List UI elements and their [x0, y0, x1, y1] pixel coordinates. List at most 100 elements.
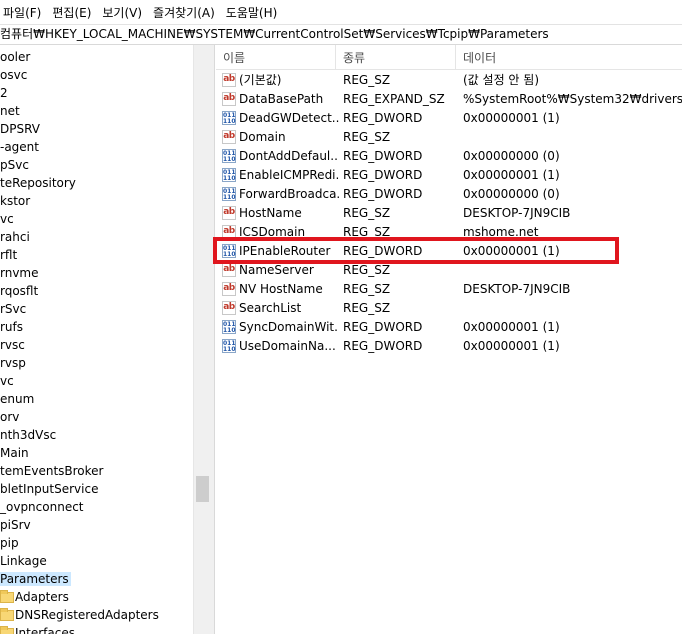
tree-item-label: teRepository — [0, 176, 76, 190]
cell-name: ForwardBroadca... — [239, 187, 339, 201]
table-row[interactable]: ab DataBasePath REG_EXPAND_SZ %SystemRoot%₩… — [216, 90, 682, 109]
table-row[interactable]: ab Domain REG_SZ — [216, 128, 682, 147]
tree-scrollbar[interactable] — [193, 45, 210, 634]
cell-name: SyncDomainWit... — [239, 320, 339, 334]
tree-item-label: rqosflt — [0, 284, 39, 298]
cell-type: REG_DWORD — [343, 320, 423, 334]
tree-item[interactable]: DPSRV — [0, 120, 40, 138]
address-bar[interactable]: 컴퓨터₩HKEY_LOCAL_MACHINE₩SYSTEM₩CurrentCon… — [0, 24, 682, 45]
column-header-name[interactable]: 이름 — [216, 45, 336, 70]
tree-item-label: rufs — [0, 320, 24, 334]
tree-item[interactable]: orv — [0, 408, 19, 426]
pane-splitter[interactable] — [210, 45, 215, 634]
tree-item[interactable]: vc — [0, 372, 14, 390]
tree-item-parameters[interactable]: Parameters — [0, 570, 71, 588]
cell-name: DataBasePath — [239, 92, 324, 106]
cell-type: REG_DWORD — [343, 339, 423, 353]
table-row[interactable]: 011 110 ForwardBroadca... REG_DWORD 0x000000… — [216, 185, 682, 204]
column-header-data[interactable]: 데이터 — [456, 45, 682, 70]
menu-view[interactable]: 보기(V) — [99, 0, 150, 24]
cell-type: REG_DWORD — [343, 187, 423, 201]
tree-item-label: nth3dVsc — [0, 428, 57, 442]
tree-item[interactable]: rqosflt — [0, 282, 38, 300]
tree-item[interactable]: 2 — [0, 84, 8, 102]
tree-item-label: pSvc — [0, 158, 29, 172]
cell-type: REG_EXPAND_SZ — [343, 92, 445, 106]
tree-item[interactable]: osvc — [0, 66, 27, 84]
string-value-icon: ab — [222, 263, 236, 277]
cell-type: REG_SZ — [343, 225, 391, 239]
tree-item[interactable]: Main — [0, 444, 29, 462]
binary-value-icon: 011 110 — [222, 320, 236, 334]
menu-file[interactable]: 파일(F) — [0, 0, 49, 24]
tree-item[interactable]: nth3dVsc — [0, 426, 56, 444]
table-row[interactable]: ab HostName REG_SZ DESKTOP-7JN9CIB — [216, 204, 682, 223]
binary-value-icon: 011 110 — [222, 187, 236, 201]
scrollbar-thumb[interactable] — [196, 476, 209, 502]
tree-item[interactable]: temEventsBroker — [0, 462, 104, 480]
table-row[interactable]: 011 110 SyncDomainWit... REG_DWORD 0x0000000… — [216, 318, 682, 337]
tree-item[interactable]: bletInputService — [0, 480, 98, 498]
cell-type: REG_SZ — [343, 73, 391, 87]
column-header-type[interactable]: 종류 — [336, 45, 456, 70]
tree-item-label: Parameters — [0, 572, 71, 586]
tree-item[interactable]: ooler — [0, 48, 30, 66]
binary-value-icon: 011 110 — [222, 149, 236, 163]
tree-item[interactable]: kstor — [0, 192, 30, 210]
cell-data: (값 설정 안 됨) — [463, 73, 540, 87]
tree-item[interactable]: rvsc — [0, 336, 25, 354]
tree-item-label: rflt — [0, 248, 18, 262]
tree-item-label: osvc — [0, 68, 28, 82]
tree-item[interactable]: rufs — [0, 318, 23, 336]
table-row[interactable]: ab ICSDomain REG_SZ mshome.net — [216, 223, 682, 242]
table-row[interactable]: 011 110 IPEnableRouter REG_DWORD 0x00000001 … — [216, 242, 682, 261]
tree-item[interactable]: teRepository — [0, 174, 76, 192]
tree-item[interactable]: -agent — [0, 138, 39, 156]
cell-type: REG_SZ — [343, 130, 391, 144]
tree-item-label: DNSRegisteredAdapters — [15, 608, 159, 622]
tree-item-dnsregisteredadapters[interactable]: DNSRegisteredAdapters — [0, 606, 193, 624]
tree-item-interfaces[interactable]: Interfaces — [0, 624, 193, 634]
table-row[interactable]: ab NameServer REG_SZ — [216, 261, 682, 280]
cell-type: REG_SZ — [343, 301, 391, 315]
tree-item[interactable]: Linkage — [0, 552, 47, 570]
tree-item-label: kstor — [0, 194, 31, 208]
tree-item[interactable]: rahci — [0, 228, 30, 246]
table-row[interactable]: ab SearchList REG_SZ — [216, 299, 682, 318]
table-row[interactable]: 011 110 UseDomainNa... REG_DWORD 0x00000001 … — [216, 337, 682, 356]
tree-item[interactable]: rnvme — [0, 264, 39, 282]
tree-item[interactable]: enum — [0, 390, 34, 408]
menu-help[interactable]: 도움말(H) — [223, 0, 286, 24]
binary-value-icon: 011 110 — [222, 244, 236, 258]
tree-item-label: 2 — [0, 86, 8, 100]
table-row[interactable]: 011 110 DontAddDefaul... REG_DWORD 0x0000000… — [216, 147, 682, 166]
table-row[interactable]: ab (기본값) REG_SZ (값 설정 안 됨) — [216, 71, 682, 90]
tree-item-label: _ovpnconnect — [0, 500, 84, 514]
folder-icon — [0, 608, 14, 621]
table-row[interactable]: 011 110 EnableICMPRedi... REG_DWORD 0x000000… — [216, 166, 682, 185]
cell-name: SearchList — [239, 301, 302, 315]
tree-item[interactable]: _ovpnconnect — [0, 498, 84, 516]
cell-data: 0x00000001 (1) — [463, 244, 560, 258]
table-row[interactable]: ab NV HostName REG_SZ DESKTOP-7JN9CIB — [216, 280, 682, 299]
tree-item[interactable]: pSvc — [0, 156, 29, 174]
menu-edit[interactable]: 편집(E) — [49, 0, 99, 24]
cell-type: REG_SZ — [343, 282, 391, 296]
tree-item-adapters[interactable]: Adapters — [0, 588, 193, 606]
tree-item[interactable]: piSrv — [0, 516, 31, 534]
table-row[interactable]: 011 110 DeadGWDetect... REG_DWORD 0x00000001… — [216, 109, 682, 128]
binary-value-icon: 011 110 — [222, 111, 236, 125]
tree-item[interactable]: rflt — [0, 246, 17, 264]
value-list: 이름 종류 데이터 ab (기본값) REG_SZ (값 설정 안 됨) ab DataB… — [216, 45, 682, 634]
string-value-icon: ab — [222, 73, 236, 87]
tree-item[interactable]: vc — [0, 210, 14, 228]
tree-item[interactable]: net — [0, 102, 20, 120]
tree-item[interactable]: pip — [0, 534, 19, 552]
cell-name: IPEnableRouter — [239, 244, 331, 258]
tree-item-label: Linkage — [0, 554, 47, 568]
tree-item-label: temEventsBroker — [0, 464, 104, 478]
string-value-icon: ab — [222, 130, 236, 144]
menu-favorites[interactable]: 즐겨찾기(A) — [150, 0, 223, 24]
tree-item[interactable]: rvsp — [0, 354, 26, 372]
tree-item[interactable]: rSvc — [0, 300, 26, 318]
